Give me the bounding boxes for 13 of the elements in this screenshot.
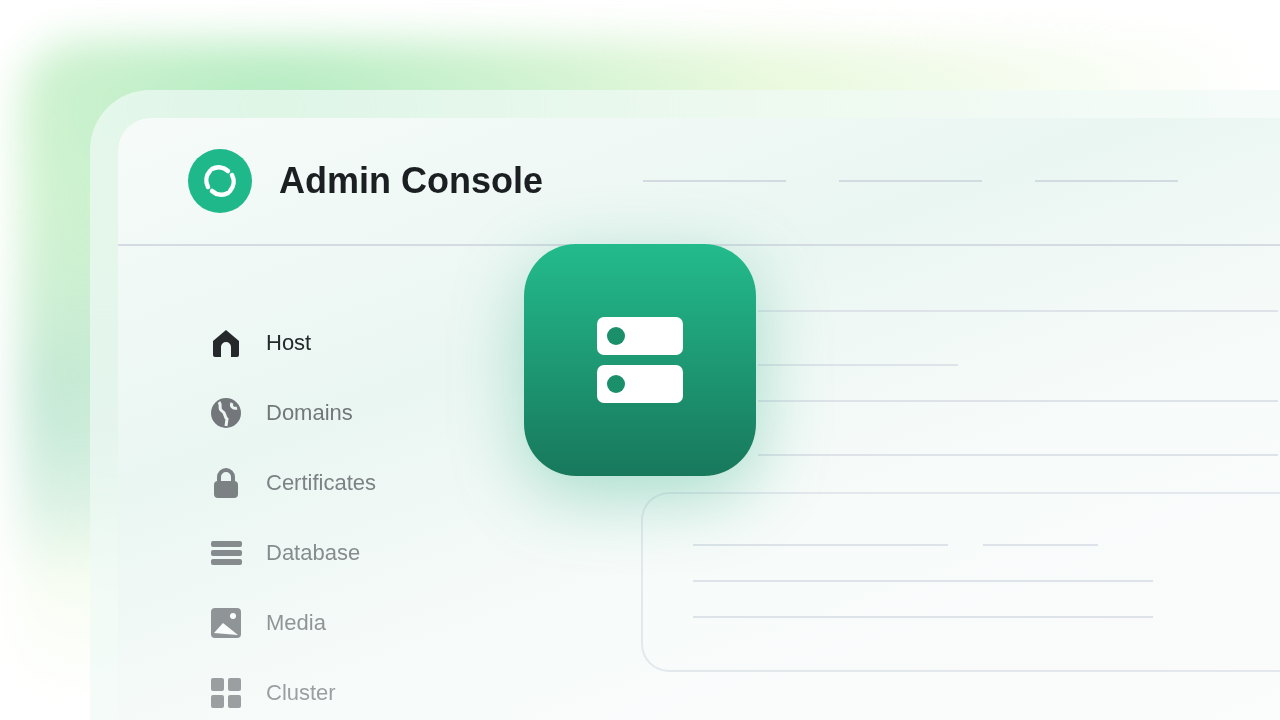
sidebar-item[interactable]: Database — [208, 518, 361, 588]
sidebar-item[interactable]: Domains — [208, 378, 353, 448]
home-icon — [210, 327, 242, 359]
image-icon — [210, 607, 242, 639]
sidebar-item[interactable]: Media — [208, 588, 326, 658]
globe-icon — [210, 397, 242, 429]
sidebar-item[interactable]: Host — [208, 308, 312, 378]
app-title: Admin Console — [279, 160, 543, 202]
sidebar-item[interactable]: Cluster — [208, 658, 336, 720]
grid-icon — [210, 677, 242, 709]
server-app-icon — [524, 244, 756, 476]
logo-icon — [188, 149, 252, 213]
sidebar-item[interactable]: Certificates — [208, 448, 377, 518]
